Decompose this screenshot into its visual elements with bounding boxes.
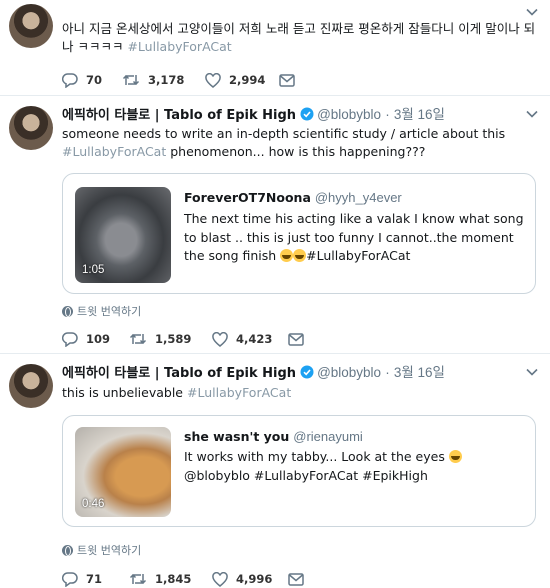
like-icon <box>212 571 228 587</box>
quote-display-name[interactable]: she wasn't you <box>184 429 289 444</box>
tweet-header: 에픽하이 타블로 | Tablo of Epik High @blobyblo ·… <box>62 107 445 124</box>
globe-icon <box>62 544 73 556</box>
tweet-actions: 71 1,845 4,996 <box>62 570 304 588</box>
hashtag-link[interactable]: #LullabyForACat <box>127 39 231 54</box>
reply-icon <box>62 572 78 587</box>
avatar[interactable] <box>9 364 53 408</box>
quote-header: ForeverOT7Noona @hyyh_y4ever <box>184 190 402 205</box>
separator-dot: · <box>385 365 390 380</box>
retweet-button[interactable]: 1,845 <box>129 571 212 587</box>
translate-tweet-link[interactable]: 트윗 번역하기 <box>62 542 141 558</box>
like-count: 4,423 <box>236 332 273 346</box>
quoted-tweet[interactable]: 0:46 she wasn't you @rienayumi It works … <box>62 415 536 527</box>
hashtag-link[interactable]: #LullabyForACat <box>62 144 166 159</box>
like-icon <box>205 72 221 88</box>
retweet-icon <box>129 573 147 585</box>
video-duration: 0:46 <box>82 498 105 510</box>
tweet-date[interactable]: 3월 16일 <box>394 107 445 122</box>
tweet-text: this is unbelievable #LullabyForACat <box>62 385 292 400</box>
display-name[interactable]: 에픽하이 타블로 | Tablo of Epik High <box>62 366 296 381</box>
retweet-count: 3,178 <box>148 73 185 87</box>
translate-tweet-link[interactable]: 트윗 번역하기 <box>62 303 141 319</box>
laughing-emoji-icon <box>280 249 294 262</box>
direct-message-button[interactable] <box>288 332 304 346</box>
chevron-down-icon[interactable] <box>526 366 538 378</box>
like-button[interactable]: 4,423 <box>212 331 288 347</box>
tweet-text: someone needs to write an in-depth scien… <box>62 126 506 159</box>
chevron-down-icon[interactable] <box>526 108 538 120</box>
quote-handle[interactable]: @rienayumi <box>293 429 363 444</box>
tweet-header: 에픽하이 타블로 | Tablo of Epik High @blobyblo ·… <box>62 365 445 382</box>
laughing-emoji-icon <box>293 249 307 262</box>
like-icon <box>212 331 228 347</box>
retweet-icon <box>122 74 140 86</box>
reply-button[interactable]: 109 <box>62 331 129 347</box>
separator-dot: · <box>385 107 390 122</box>
verified-badge-icon <box>300 365 314 379</box>
translate-label: 트윗 번역하기 <box>77 305 142 318</box>
hashtag-link[interactable]: #LullabyForACat <box>187 385 291 400</box>
reply-count: 70 <box>86 73 103 87</box>
reply-icon <box>62 332 78 347</box>
quote-handle[interactable]: @hyyh_y4ever <box>315 190 402 205</box>
tweet[interactable]: 에픽하이 타블로 | Tablo of Epik High @blobyblo ·… <box>0 96 550 354</box>
laughing-emoji-icon <box>448 450 462 463</box>
chevron-down-icon[interactable] <box>526 6 538 18</box>
retweet-button[interactable]: 3,178 <box>122 72 205 88</box>
tweet[interactable]: 에픽하이 타블로 | Tablo of Epik High @blobyblo ·… <box>0 354 550 587</box>
like-count: 2,994 <box>229 73 266 87</box>
display-name[interactable]: 에픽하이 타블로 | Tablo of Epik High <box>62 108 296 123</box>
like-button[interactable]: 4,996 <box>212 571 288 587</box>
globe-icon <box>62 305 73 317</box>
video-thumbnail[interactable]: 0:46 <box>75 427 171 517</box>
retweet-count: 1,589 <box>155 332 192 346</box>
quote-display-name[interactable]: ForeverOT7Noona <box>184 190 311 205</box>
avatar[interactable] <box>9 106 53 150</box>
message-icon <box>288 332 304 346</box>
retweet-icon <box>129 333 147 345</box>
quote-text: The next time his acting like a valak I … <box>184 211 524 263</box>
tweet-date[interactable]: 3월 16일 <box>394 365 445 380</box>
tweet-actions: 109 1,589 4,423 <box>62 330 304 348</box>
avatar[interactable] <box>9 4 53 48</box>
like-button[interactable]: 2,994 <box>205 72 279 88</box>
video-thumbnail[interactable]: 1:05 <box>75 187 171 283</box>
quoted-tweet[interactable]: 1:05 ForeverOT7Noona @hyyh_y4ever The ne… <box>62 173 536 294</box>
direct-message-button[interactable] <box>279 73 295 87</box>
reply-icon <box>62 73 78 88</box>
tweet-actions: 70 3,178 2,994 <box>62 71 295 89</box>
verified-badge-icon <box>300 107 314 121</box>
reply-button[interactable]: 70 <box>62 72 122 88</box>
quote-text: It works with my tabby... Look at the ey… <box>184 448 524 485</box>
translate-label: 트윗 번역하기 <box>77 544 142 557</box>
reply-button[interactable]: 71 <box>62 571 129 587</box>
user-handle[interactable]: @blobyblo <box>317 365 381 380</box>
tweet[interactable]: 아니 지금 온세상에서 고양이들이 저희 노래 듣고 진짜로 평온하게 잠들다니… <box>0 0 550 96</box>
video-duration: 1:05 <box>82 264 105 276</box>
message-icon <box>279 73 295 87</box>
quote-header: she wasn't you @rienayumi <box>184 429 363 444</box>
reply-count: 109 <box>86 332 111 346</box>
retweet-button[interactable]: 1,589 <box>129 331 212 347</box>
user-handle[interactable]: @blobyblo <box>317 107 381 122</box>
tweet-text: 아니 지금 온세상에서 고양이들이 저희 노래 듣고 진짜로 평온하게 잠들다니… <box>62 21 536 54</box>
